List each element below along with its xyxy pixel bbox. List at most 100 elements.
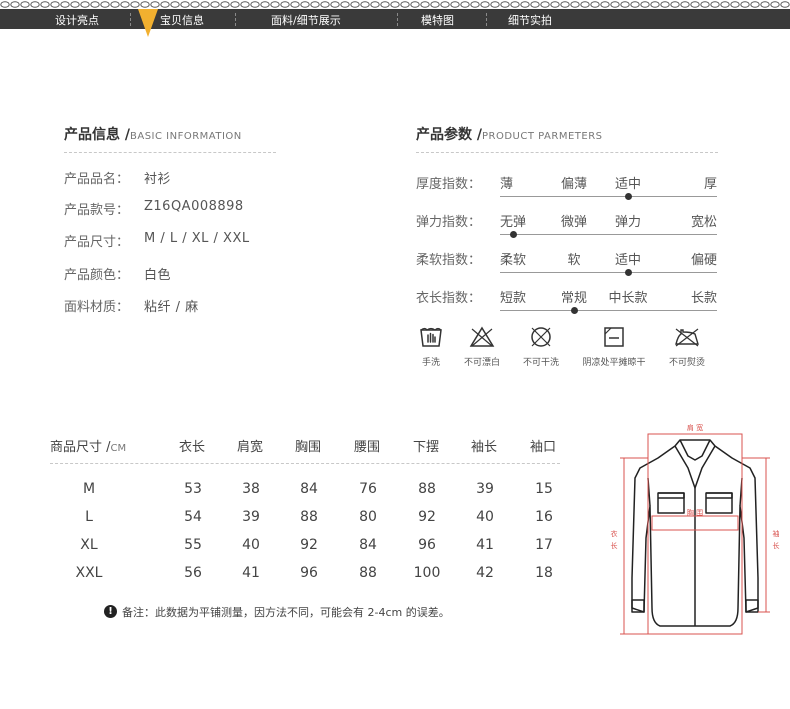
size-cell: 84 [300,481,318,497]
size-row-label: XL [80,537,98,553]
size-cell: 96 [300,565,318,581]
care-label: 不可漂白 [463,358,500,368]
info-value-name: 衬衫 [144,172,172,187]
info-label-style-no: 产品款号： [64,203,130,218]
size-cell: 56 [184,565,202,581]
top-bar: 设计亮点 宝贝信息 面料/细节展示 模特图 细节实拍 [0,0,790,37]
no-dry-clean-icon [531,327,551,347]
param-option: 偏薄 [561,177,588,192]
size-cell: 92 [300,537,318,553]
param-option: 短款 [500,291,527,306]
param-indicator-dot [624,193,632,200]
care-label: 手洗 [421,358,440,368]
param-option: 适中 [615,177,642,192]
basic-info-title-cn: 产品信息 / [64,127,130,143]
nav-item-product-info[interactable]: 宝贝信息 [160,12,204,28]
size-cell: 92 [418,509,436,525]
length-label-2: 长 [611,541,618,550]
nav-separator [235,13,236,26]
size-column-header: 胸围 [295,440,322,455]
param-option: 厚 [704,177,718,192]
chest-label: 胸 围 [687,508,703,517]
param-indicator-dot [570,307,578,314]
care-item-no-bleach: 不可漂白 [458,326,506,368]
param-option: 适中 [615,253,642,268]
param-option: 常规 [561,291,588,306]
size-cell: 40 [476,509,494,525]
param-option: 偏硬 [691,253,718,268]
care-label: 阴凉处平摊晾干 [582,358,646,368]
param-option: 微弹 [561,215,588,230]
size-cell: 18 [535,565,553,581]
size-table-divider [50,463,560,464]
size-cell: 76 [359,481,377,497]
size-table-title-cn: 商品尺寸 / [50,440,111,455]
param-option: 薄 [500,177,514,192]
active-nav-indicator [138,9,158,37]
product-params-title-cn: 产品参数 / [416,127,482,143]
care-item-hand-wash: 手洗 [414,326,448,368]
param-scale-line [500,196,717,197]
param-scale-line [500,272,717,273]
param-label: 弹力指数： [416,215,482,230]
param-scale-line [500,310,717,311]
care-label: 不可干洗 [522,358,559,368]
param-label: 柔软指数： [416,253,482,268]
shirt-measurement-diagram: 肩 宽 胸 围 衣 长 袖 长 [611,423,780,635]
product-params-title-en: PRODUCT PARMETERS [482,131,603,142]
size-column-header: 袖长 [471,440,498,455]
nav-bar: 设计亮点 宝贝信息 面料/细节展示 模特图 细节实拍 [0,9,790,29]
nav-separator [486,13,487,26]
length-label-1: 衣 [611,529,618,538]
size-cell: 16 [535,509,553,525]
no-iron-icon [675,328,699,347]
size-cell: 15 [535,481,553,497]
nav-item-detail-photos[interactable]: 细节实拍 [508,12,552,28]
sleeve-label-2: 长 [773,541,780,550]
nav-item-fabric-details[interactable]: 面料/细节展示 [271,12,341,28]
info-value-size: M / L / XL / XXL [144,231,250,246]
product-params-divider [416,152,718,153]
hand-wash-icon [420,327,442,347]
care-item-dry-flat-shade: 阴凉处平摊晾干 [576,326,652,368]
size-cell: 100 [413,565,441,581]
info-value-color: 白色 [144,268,172,283]
size-column-header: 肩宽 [237,440,264,455]
size-column-header: 下摆 [413,440,440,455]
size-cell: 88 [359,565,377,581]
param-option: 软 [567,253,581,268]
size-cell: 42 [476,565,494,581]
product-params-title: 产品参数 /PRODUCT PARMETERS [416,124,603,144]
param-option: 无弹 [500,215,527,230]
size-cell: 88 [418,481,436,497]
info-label-material: 面料材质： [64,300,130,315]
param-indicator-dot [624,269,632,276]
param-option: 柔软 [500,253,527,268]
param-label: 衣长指数： [416,291,482,306]
info-value-material: 粘纤 / 麻 [144,300,199,315]
care-label: 不可熨烫 [668,358,705,368]
param-option: 宽松 [691,215,718,230]
nav-item-model[interactable]: 模特图 [421,12,454,28]
nav-item-design[interactable]: 设计亮点 [55,12,99,28]
size-cell: 80 [359,509,377,525]
size-row-label: M [82,481,96,497]
size-cell: 88 [300,509,318,525]
size-column-header: 腰围 [354,440,381,455]
size-cell: 38 [242,481,260,497]
param-option: 弹力 [615,215,642,230]
size-column-header: 衣长 [179,440,206,455]
param-indicator-dot [509,231,517,238]
size-cell: 40 [242,537,260,553]
care-item-no-iron: 不可熨烫 [662,326,712,368]
size-cell: 54 [184,509,202,525]
size-cell: 41 [476,537,494,553]
shirt-outline [631,439,759,627]
basic-info-title: 产品信息 /BASIC INFORMATION [64,124,242,144]
note-text: 备注：此数据为平铺测量，因方法不同，可能会有 2-4cm 的误差。 [122,606,450,619]
info-value-style-no: Z16QA008898 [144,199,244,214]
size-row-label: L [85,509,93,525]
size-cell: 39 [242,509,260,525]
warning-icon: ! [104,605,117,618]
info-label-size: 产品尺寸： [64,235,130,250]
